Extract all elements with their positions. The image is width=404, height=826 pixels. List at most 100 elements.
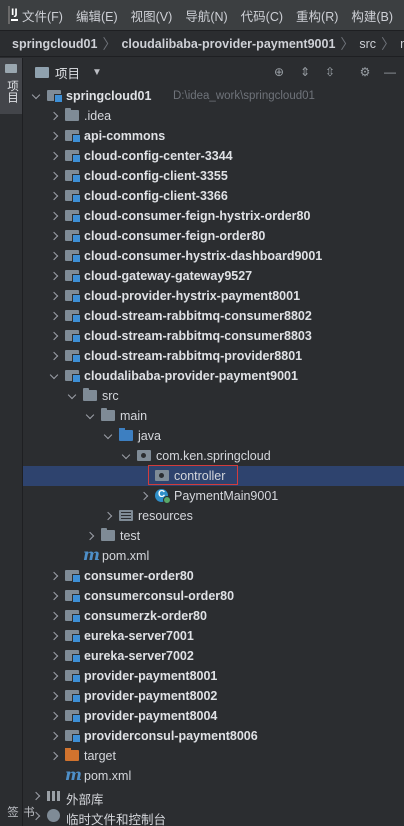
tree-row[interactable]: src bbox=[23, 386, 404, 406]
menu-file[interactable]: 文件(F) bbox=[22, 6, 63, 25]
tree-row[interactable]: cloud-consumer-feign-hystrix-order80 bbox=[23, 206, 404, 226]
tree-row[interactable]: cloud-stream-rabbitmq-provider8801 bbox=[23, 346, 404, 366]
tree-item-label: eureka-server7001 bbox=[84, 629, 194, 643]
gear-icon[interactable]: ⚙ bbox=[358, 65, 372, 79]
tree-row[interactable]: PaymentMain9001 bbox=[23, 486, 404, 506]
tree-row[interactable]: cloud-config-client-3355 bbox=[23, 166, 404, 186]
chevron-right-icon[interactable] bbox=[49, 589, 59, 603]
tree-row[interactable]: com.ken.springcloud bbox=[23, 446, 404, 466]
toolwindow-title[interactable]: 项目 bbox=[55, 63, 80, 82]
chevron-down-icon[interactable] bbox=[49, 369, 59, 383]
tree-row[interactable]: cloud-config-client-3366 bbox=[23, 186, 404, 206]
chevron-right-icon[interactable] bbox=[49, 309, 59, 323]
tree-row[interactable]: consumer-order80 bbox=[23, 566, 404, 586]
chevron-right-icon[interactable] bbox=[49, 169, 59, 183]
chevron-right-icon[interactable] bbox=[31, 789, 41, 803]
chevron-right-icon[interactable] bbox=[49, 649, 59, 663]
chevron-right-icon[interactable] bbox=[49, 329, 59, 343]
tree-row[interactable]: cloud-consumer-hystrix-dashboard9001 bbox=[23, 246, 404, 266]
tree-row[interactable]: cloud-stream-rabbitmq-consumer8802 bbox=[23, 306, 404, 326]
tree-row[interactable]: cloud-provider-hystrix-payment8001 bbox=[23, 286, 404, 306]
chevron-right-icon[interactable] bbox=[49, 209, 59, 223]
expand-all-icon[interactable]: ⇕ bbox=[298, 65, 312, 79]
tree-row[interactable]: 外部库 bbox=[23, 786, 404, 807]
chevron-right-icon[interactable] bbox=[49, 749, 59, 763]
chevron-right-icon[interactable] bbox=[49, 229, 59, 243]
chevron-right-icon[interactable] bbox=[49, 189, 59, 203]
tree-row[interactable]: provider-payment8002 bbox=[23, 686, 404, 706]
chevron-right-icon[interactable] bbox=[49, 689, 59, 703]
chevron-right-icon[interactable] bbox=[49, 629, 59, 643]
chevron-right-icon[interactable] bbox=[139, 489, 149, 503]
chevron-right-icon[interactable] bbox=[85, 529, 95, 543]
tree-row[interactable]: main bbox=[23, 406, 404, 426]
tree-row[interactable]: pom.xml bbox=[23, 545, 404, 566]
chevron-right-icon[interactable] bbox=[49, 149, 59, 163]
left-tool-strip: 项目 书签 bbox=[0, 58, 34, 826]
breadcrumb-project[interactable]: springcloud01 bbox=[12, 37, 97, 51]
tree-row[interactable]: consumerconsul-order80 bbox=[23, 586, 404, 606]
chevron-down-icon[interactable] bbox=[121, 449, 131, 463]
tree-row[interactable]: cloudalibaba-provider-payment9001 bbox=[23, 366, 404, 386]
chevron-right-icon[interactable] bbox=[49, 249, 59, 263]
chevron-right-icon[interactable] bbox=[103, 509, 113, 523]
tree-row[interactable]: resources bbox=[23, 506, 404, 526]
tree-row[interactable]: test bbox=[23, 526, 404, 546]
chevron-down-icon[interactable]: ▼ bbox=[92, 67, 102, 78]
tree-row[interactable]: eureka-server7002 bbox=[23, 646, 404, 666]
chevron-right-icon[interactable] bbox=[49, 129, 59, 143]
breadcrumb-main[interactable]: ma bbox=[400, 37, 404, 51]
chevron-down-icon[interactable] bbox=[31, 89, 41, 103]
chevron-right-icon: 〉 bbox=[340, 35, 355, 52]
chevron-right-icon[interactable] bbox=[49, 709, 59, 723]
minimize-icon[interactable]: — bbox=[383, 65, 397, 79]
menu-view[interactable]: 视图(V) bbox=[131, 6, 173, 25]
breadcrumb-module[interactable]: cloudalibaba-provider-payment9001 bbox=[121, 37, 335, 51]
chevron-down-icon[interactable] bbox=[67, 389, 77, 403]
chevron-right-icon[interactable] bbox=[49, 109, 59, 123]
tree-row[interactable]: cloud-config-center-3344 bbox=[23, 146, 404, 166]
tree-row[interactable]: .idea bbox=[23, 106, 404, 126]
folder-icon bbox=[35, 66, 49, 78]
tree-row[interactable]: cloud-gateway-gateway9527 bbox=[23, 266, 404, 286]
tree-row[interactable]: cloud-consumer-feign-order80 bbox=[23, 226, 404, 246]
chevron-down-icon[interactable] bbox=[85, 409, 95, 423]
tree-row[interactable]: consumerzk-order80 bbox=[23, 606, 404, 626]
tree-row[interactable]: java bbox=[23, 426, 404, 446]
tree-row[interactable]: cloud-stream-rabbitmq-consumer8803 bbox=[23, 326, 404, 346]
collapse-all-icon[interactable]: ⇳ bbox=[323, 65, 337, 79]
tree-row[interactable]: eureka-server7001 bbox=[23, 626, 404, 646]
chevron-right-icon[interactable] bbox=[49, 569, 59, 583]
project-tool-button[interactable]: 项目 bbox=[0, 58, 22, 114]
tree-row[interactable]: springcloud01 D:\idea_work\springcloud01 bbox=[23, 86, 404, 106]
chevron-right-icon[interactable] bbox=[49, 269, 59, 283]
chevron-down-icon[interactable] bbox=[103, 429, 113, 443]
menu-refactor[interactable]: 重构(R) bbox=[296, 6, 338, 25]
chevron-right-icon[interactable] bbox=[49, 609, 59, 623]
menu-edit[interactable]: 编辑(E) bbox=[76, 6, 118, 25]
tree-item-label: cloud-consumer-hystrix-dashboard9001 bbox=[84, 249, 323, 263]
locate-icon[interactable]: ⊕ bbox=[272, 65, 286, 79]
menu-navigate[interactable]: 导航(N) bbox=[185, 6, 227, 25]
menu-code[interactable]: 代码(C) bbox=[241, 6, 283, 25]
tree-row[interactable]: providerconsul-payment8006 bbox=[23, 726, 404, 746]
tree-row[interactable]: target bbox=[23, 746, 404, 766]
chevron-right-icon: 〉 bbox=[102, 35, 117, 52]
chevron-right-icon[interactable] bbox=[49, 349, 59, 363]
tree-row[interactable]: pom.xml bbox=[23, 765, 404, 786]
tree-row[interactable]: api-commons bbox=[23, 126, 404, 146]
pkg-icon bbox=[137, 450, 151, 461]
chevron-right-icon[interactable] bbox=[49, 729, 59, 743]
chevron-right-icon[interactable] bbox=[31, 809, 41, 823]
tree-row[interactable]: 临时文件和控制台 bbox=[23, 806, 404, 826]
intellij-logo-icon[interactable] bbox=[8, 6, 18, 24]
chevron-right-icon[interactable] bbox=[49, 669, 59, 683]
library-icon bbox=[47, 790, 61, 801]
tree-row[interactable]: provider-payment8001 bbox=[23, 666, 404, 686]
tree-row-selected[interactable]: controller bbox=[23, 465, 404, 486]
tree-row[interactable]: provider-payment8004 bbox=[23, 706, 404, 726]
chevron-right-icon[interactable] bbox=[49, 289, 59, 303]
breadcrumb-src[interactable]: src bbox=[359, 37, 376, 51]
menu-build[interactable]: 构建(B) bbox=[351, 6, 393, 25]
tree-item-label: springcloud01 bbox=[66, 89, 152, 103]
